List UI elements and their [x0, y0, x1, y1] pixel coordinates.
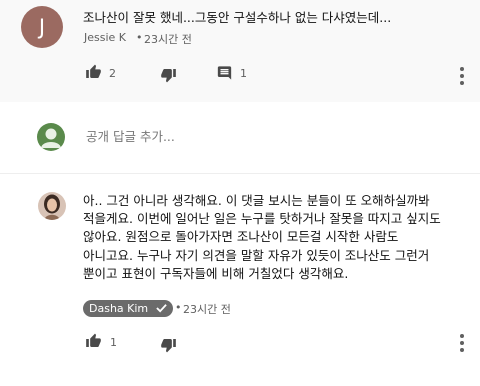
reply-line: 아.. 그건 아니라 생각해요. 이 댓글 보시는 분들이 또 오해하실까봐 [83, 193, 430, 208]
comment-text: 조나산이 잘못 했네...그동안 구설수하나 없는 다샤였는데... [83, 10, 392, 25]
reply-line: 적을게요. 이번에 일어난 일은 누구를 탓하거나 잘못을 따지고 싶지도 [83, 211, 441, 227]
reply-comment-icon[interactable] [216, 65, 233, 81]
reply-line: 않아요. 원점으로 돌아가자면 조나산이 모든걸 시작한 사람도 [83, 229, 399, 245]
checkmark-icon [155, 304, 167, 313]
avatar-dasha[interactable] [38, 192, 66, 220]
like-count: 2 [109, 67, 116, 80]
reply-time[interactable]: 23시간 전 [183, 301, 231, 317]
comment-author[interactable]: Jessie K [84, 31, 126, 44]
profile-photo-icon [44, 194, 60, 220]
meta-separator: • [136, 31, 143, 44]
divider [0, 173, 480, 174]
comment-time[interactable]: 23시간 전 [144, 31, 192, 47]
thumbs-down-icon[interactable] [160, 337, 177, 353]
comment-thread-top: J 조나산이 잘못 했네...그동안 구설수하나 없는 다샤였는데... Jes… [0, 0, 480, 102]
thumbs-up-icon[interactable] [85, 64, 102, 80]
avatar-letter: J [38, 15, 46, 39]
more-options-icon[interactable] [460, 67, 464, 88]
reply-line: 아니고요. 누구나 자기 의견을 말할 자유가 있듯이 조나산도 그런거 [83, 247, 430, 263]
meta-separator: • [175, 301, 182, 314]
reply-line: 뿐이고 표현이 구독자들에 비해 거칠었다 생각해요. [83, 265, 349, 281]
user-silhouette-icon [41, 128, 61, 148]
avatar-jessie[interactable]: J [21, 6, 63, 48]
more-options-icon[interactable] [460, 334, 464, 355]
reply-input[interactable]: 공개 답글 추가... [86, 126, 175, 145]
badge-author-name: Dasha Kim [89, 302, 149, 315]
thumbs-up-icon[interactable] [85, 333, 102, 349]
verified-author-badge[interactable]: Dasha Kim [83, 300, 173, 317]
reply-count: 1 [240, 67, 247, 80]
reply-text: 아.. 그건 아니라 생각해요. 이 댓글 보시는 분들이 또 오해하실까봐 적… [83, 192, 441, 283]
current-user-avatar [37, 123, 65, 151]
like-count: 1 [110, 336, 117, 349]
thumbs-down-icon[interactable] [160, 67, 177, 83]
